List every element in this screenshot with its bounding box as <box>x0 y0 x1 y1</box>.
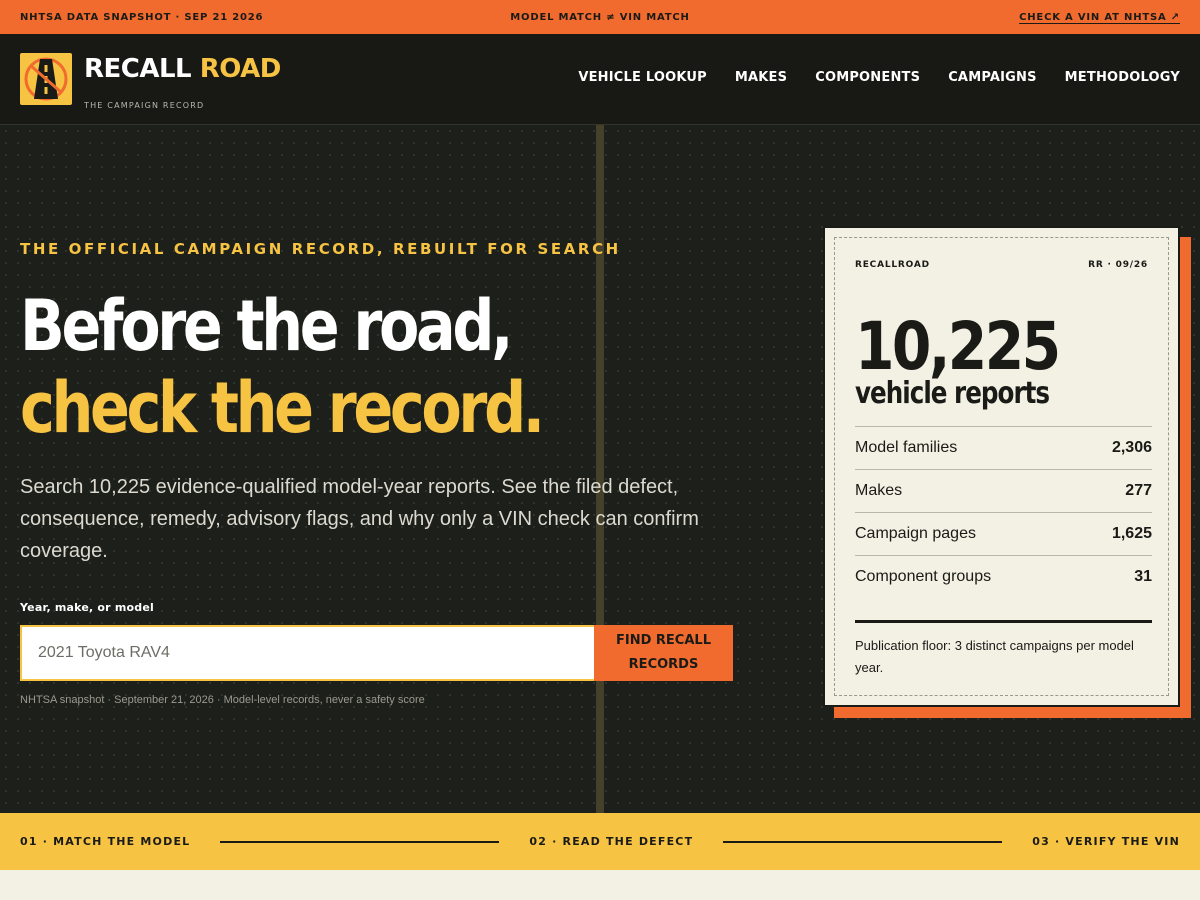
nav-campaigns[interactable]: CAMPAIGNS <box>948 70 1036 85</box>
model-vin-notice: MODEL MATCH ≠ VIN MATCH <box>510 11 690 23</box>
headline-line-2: check the record. <box>20 367 545 449</box>
find-recall-records-button[interactable]: FIND RECALL RECORDS <box>594 625 733 681</box>
road-logo-icon[interactable] <box>20 53 72 105</box>
stat-value: 31 <box>1134 568 1152 585</box>
card-dashed-frame: RECALLROAD RR · 09/26 10,225 vehicle rep… <box>834 237 1169 696</box>
total-reports-label: vehicle reports <box>855 376 1050 411</box>
stat-row-component-groups: Component groups 31 <box>855 555 1152 598</box>
hero-headline: Before the road, check the record. <box>20 285 545 449</box>
search-footnote: NHTSA snapshot · September 21, 2026 · Mo… <box>20 694 425 706</box>
stats-list: Model families 2,306 Makes 277 Campaign … <box>855 426 1152 598</box>
search-label: Year, make, or model <box>20 601 154 614</box>
hero-lede: Search 10,225 evidence-qualified model-y… <box>20 476 699 562</box>
brand-name[interactable]: RECALL ROAD <box>84 54 281 84</box>
site-header: RECALL ROAD THE CAMPAIGN RECORD VEHICLE … <box>0 34 1200 125</box>
steps-band: 01 · MATCH THE MODEL 02 · READ THE DEFEC… <box>0 813 1200 870</box>
main-nav: VEHICLE LOOKUP MAKES COMPONENTS CAMPAIGN… <box>578 70 1180 85</box>
publication-floor-note: Publication floor: 3 distinct campaigns … <box>855 638 1134 675</box>
brand-word-road: ROAD <box>199 54 282 84</box>
stat-value: 1,625 <box>1111 525 1152 542</box>
nav-methodology[interactable]: METHODOLOGY <box>1065 70 1180 85</box>
stat-row-makes: Makes 277 <box>855 469 1152 512</box>
stat-value: 2,306 <box>1111 439 1152 456</box>
stat-label: Makes <box>855 482 903 499</box>
step-1: 01 · MATCH THE MODEL <box>20 835 191 848</box>
check-vin-link[interactable]: CHECK A VIN AT NHTSA ↗ <box>1019 12 1180 23</box>
step-2: 02 · READ THE DEFECT <box>529 835 694 848</box>
road-center-line <box>596 125 604 813</box>
brand-word-recall: RECALL <box>84 54 192 84</box>
stats-card: RECALLROAD RR · 09/26 10,225 vehicle rep… <box>823 226 1180 707</box>
card-divider <box>855 620 1152 623</box>
headline-line-1: Before the road, <box>20 285 513 367</box>
step-3: 03 · VERIFY THE VIN <box>1032 835 1180 848</box>
stat-row-campaign-pages: Campaign pages 1,625 <box>855 512 1152 555</box>
step-connector <box>220 840 500 843</box>
page-continuation <box>0 870 1200 900</box>
nav-makes[interactable]: MAKES <box>735 70 787 85</box>
stat-label: Component groups <box>855 568 992 585</box>
snapshot-date: NHTSA DATA SNAPSHOT · SEP 21 2026 <box>20 11 264 23</box>
brand-tagline: THE CAMPAIGN RECORD <box>84 101 205 110</box>
stat-value: 277 <box>1125 482 1152 499</box>
hero-section: THE OFFICIAL CAMPAIGN RECORD, REBUILT FO… <box>0 125 1200 813</box>
stat-label: Campaign pages <box>855 525 976 542</box>
step-connector <box>723 840 1003 843</box>
stat-row-model-families: Model families 2,306 <box>855 426 1152 469</box>
top-bar: NHTSA DATA SNAPSHOT · SEP 21 2026 MODEL … <box>0 0 1200 34</box>
nav-vehicle-lookup[interactable]: VEHICLE LOOKUP <box>578 70 707 85</box>
total-reports-number: 10,225 <box>855 308 1061 385</box>
card-issue-code: RR · 09/26 <box>1088 260 1148 270</box>
vehicle-search-input[interactable] <box>20 625 594 681</box>
stat-label: Model families <box>855 439 958 456</box>
card-brand: RECALLROAD <box>855 260 930 270</box>
nav-components[interactable]: COMPONENTS <box>815 70 920 85</box>
hero-eyebrow: THE OFFICIAL CAMPAIGN RECORD, REBUILT FO… <box>20 240 621 258</box>
